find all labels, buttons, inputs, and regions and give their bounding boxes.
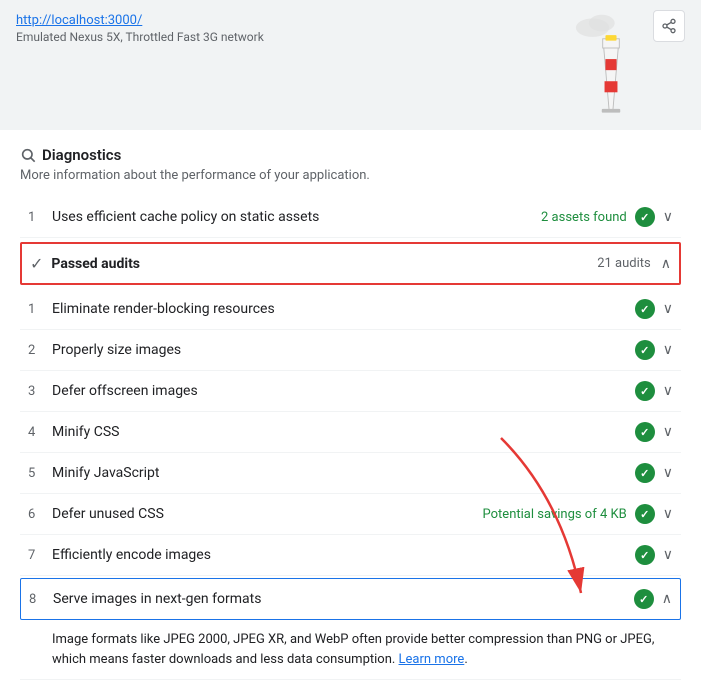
audit-number-p7: 7 [28,548,52,563]
diagnostics-section-header: Diagnostics [20,146,681,164]
desc-suffix: . [464,652,467,667]
diagnostics-desc: More information about the performance o… [20,168,681,183]
audit-number-p1: 1 [28,302,52,317]
audit-number-p4: 4 [28,425,52,440]
audit-number-p3: 3 [28,384,52,399]
audit-number-p8: 8 [29,592,53,607]
share-button[interactable] [653,10,685,42]
audit-check-p8 [634,589,654,609]
chevron-p6: ∨ [663,506,673,522]
passed-audits-count: 21 audits [597,256,651,271]
share-icon [661,18,677,34]
audit-row-passed-1[interactable]: 1 Eliminate render-blocking resources ∨ [20,289,681,330]
audit-check-p3 [635,381,655,401]
chevron-p7: ∨ [663,547,673,563]
header: http://localhost:3000/ Emulated Nexus 5X… [0,0,701,130]
audit-label-p5: Minify JavaScript [52,465,635,481]
audit-row-passed-2[interactable]: 2 Properly size images ∨ [20,330,681,371]
audit-row-passed-7[interactable]: 7 Efficiently encode images ∨ [20,535,681,576]
audit-row-passed-5[interactable]: 5 Minify JavaScript ∨ [20,453,681,494]
audit-check-p6 [635,504,655,524]
diagnostics-title: Diagnostics [42,146,121,164]
audit-check-p2 [635,340,655,360]
learn-more-link[interactable]: Learn more [399,652,465,667]
audit-number-p2: 2 [28,343,52,358]
audit-row-passed-4[interactable]: 4 Minify CSS ∨ [20,412,681,453]
audit-check-p1 [635,299,655,319]
audit-meta-p6: Potential savings of 4 KB [483,507,627,522]
passed-audits-label: Passed audits [51,256,597,272]
lighthouse-illustration [571,0,651,120]
audit-desc-text-8: Image formats like JPEG 2000, JPEG XR, a… [52,632,654,667]
audit-check-1 [635,207,655,227]
audit-check-p4 [635,422,655,442]
audit-desc-row-8: Image formats like JPEG 2000, JPEG XR, a… [20,622,681,680]
audit-check-p7 [635,545,655,565]
chevron-p1: ∨ [663,301,673,317]
audit-label-p3: Defer offscreen images [52,383,635,399]
chevron-p8: ∧ [662,591,672,607]
chevron-p3: ∨ [663,383,673,399]
chevron-p2: ∨ [663,342,673,358]
passed-audits-chevron: ∧ [661,256,671,272]
passed-audits-header[interactable]: ✓ Passed audits 21 audits ∧ [20,242,681,285]
audit-number-p6: 6 [28,507,52,522]
audit-check-p5 [635,463,655,483]
audit-row-passed-3[interactable]: 3 Defer offscreen images ∨ [20,371,681,412]
audit-label-p4: Minify CSS [52,424,635,440]
audit-label-p8: Serve images in next-gen formats [53,591,634,607]
audit-row-passed-8[interactable]: 8 Serve images in next-gen formats ∧ [20,578,681,620]
audit-row-passed-6[interactable]: 6 Defer unused CSS Potential savings of … [20,494,681,535]
audit-label-p1: Eliminate render-blocking resources [52,301,635,317]
audit-row-1[interactable]: 1 Uses efficient cache policy on static … [20,197,681,238]
header-url[interactable]: http://localhost:3000/ [16,13,142,28]
audit-label-p7: Efficiently encode images [52,547,635,563]
audit-label-1: Uses efficient cache policy on static as… [52,209,541,225]
chevron-p4: ∨ [663,424,673,440]
audit-label-p2: Properly size images [52,342,635,358]
audit-number-1: 1 [28,210,52,225]
main-content: Diagnostics More information about the p… [0,130,701,696]
audit-label-p6: Defer unused CSS [52,506,483,522]
passed-check-icon: ✓ [30,254,43,273]
chevron-1: ∨ [663,209,673,225]
chevron-p5: ∨ [663,465,673,481]
audit-number-p5: 5 [28,466,52,481]
search-icon [20,147,36,163]
audit-meta-1: 2 assets found [541,210,627,225]
